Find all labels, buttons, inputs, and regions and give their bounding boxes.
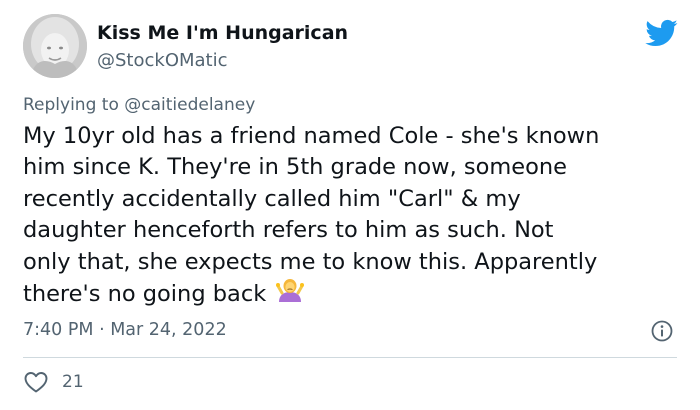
tweet-card: Kiss Me I'm Hungarican @StockOMatic Repl… (0, 0, 700, 410)
author-handle[interactable]: @StockOMatic (97, 50, 228, 71)
replying-to: Replying to @caitiedelaney (23, 95, 255, 115)
tweet-text-line: daughter henceforth refers to him as suc… (23, 217, 554, 244)
tweet-text: My 10yr old has a friend named Cole - sh… (23, 121, 688, 310)
like-button[interactable]: 21 (23, 370, 84, 394)
heart-icon (24, 372, 48, 393)
tweet-text-line: there's no going back (23, 281, 267, 308)
replying-to-mention[interactable]: @caitiedelaney (124, 95, 255, 115)
tweet-text-line: him since K. They're in 5th grade now, s… (23, 154, 567, 181)
replying-to-prefix: Replying to (23, 95, 119, 115)
tweet-timestamp[interactable]: 7:40 PM · Mar 24, 2022 (23, 320, 227, 340)
twitter-bird-icon[interactable] (644, 18, 678, 48)
tweet-text-line: My 10yr old has a friend named Cole - sh… (23, 123, 600, 149)
avatar-image (23, 14, 87, 78)
tweet-text-line: only that, she expects me to know this. … (23, 248, 598, 275)
tweet-text-line-last: there's no going back (23, 278, 688, 310)
tweet-text-line: recently accidentally called him "Carl" … (23, 185, 521, 212)
author-display-name[interactable]: Kiss Me I'm Hungarican (97, 22, 348, 44)
avatar[interactable] (23, 14, 87, 78)
like-count: 21 (62, 372, 84, 392)
divider (23, 357, 677, 358)
info-icon[interactable] (651, 320, 673, 342)
person-shrugging-emoji (276, 279, 305, 303)
